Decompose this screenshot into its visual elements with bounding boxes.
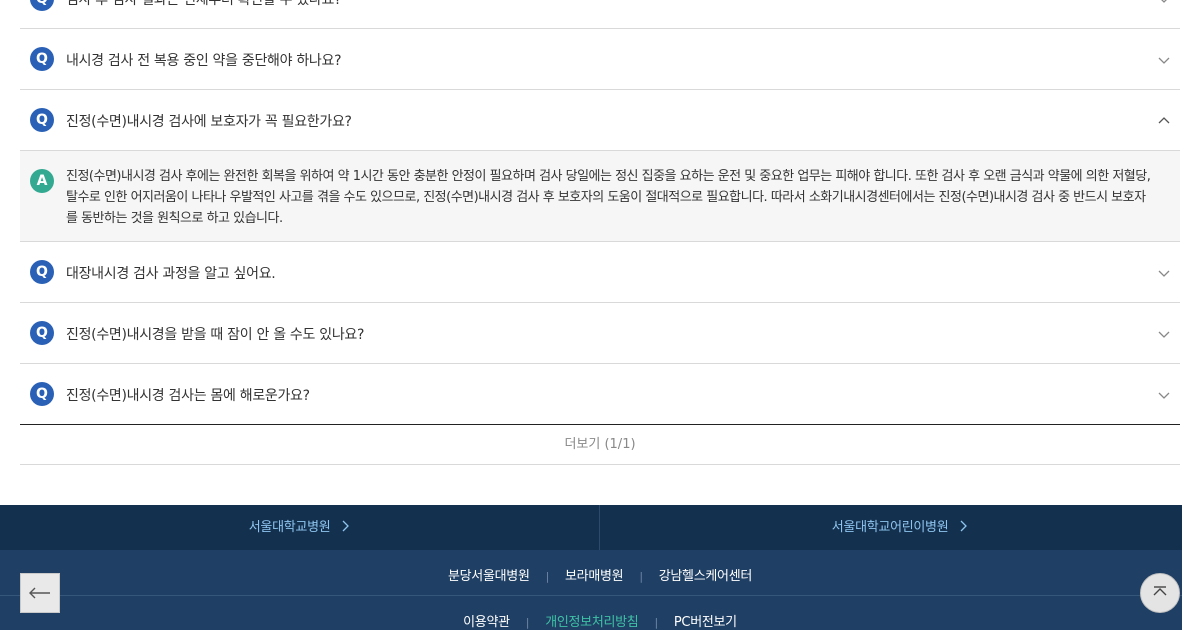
- chevron-down-icon: [1158, 392, 1170, 399]
- faq-question: 진정(수면)내시경 검사는 몸에 해로운가요?: [66, 388, 310, 404]
- divider: [0, 595, 1200, 596]
- chevron-down-icon: [1158, 57, 1170, 64]
- separator: |: [525, 616, 530, 629]
- faq-item[interactable]: Q 검사 후 검사 결과는 언제부터 확인할 수 있나요?: [20, 0, 1180, 29]
- affiliate-bundang[interactable]: 분당서울대병원: [448, 569, 530, 584]
- privacy-policy-link[interactable]: 개인정보처리방침: [545, 615, 639, 630]
- faq-answer-text: 진정(수면)내시경 검사 후에는 완전한 회복을 위하여 약 1시간 동안 충분…: [66, 169, 1151, 226]
- question-badge: Q: [30, 321, 54, 345]
- chevron-down-icon: [1161, 0, 1167, 3]
- faq-question: 검사 후 검사 결과는 언제부터 확인할 수 있나요?: [66, 0, 342, 8]
- pc-version-link[interactable]: PC버전보기: [674, 615, 737, 630]
- footer-policies: 이용약관 | 개인정보처리방침 | PC버전보기: [0, 611, 1200, 630]
- chevron-up-icon: [1158, 117, 1170, 124]
- footer-link-snuh[interactable]: 서울대학교병원: [0, 505, 599, 550]
- footer-link-label: 서울대학교병원: [248, 520, 331, 535]
- scrollbar[interactable]: [1182, 0, 1200, 630]
- terms-link[interactable]: 이용약관: [463, 615, 510, 630]
- faq-question: 대장내시경 검사 과정을 알고 싶어요.: [66, 266, 276, 282]
- affiliate-gangnam[interactable]: 강남헬스케어센터: [659, 569, 753, 584]
- chevron-right-icon: [960, 520, 968, 532]
- faq-question: 내시경 검사 전 복용 중인 약을 중단해야 하나요?: [66, 53, 342, 69]
- faq-answer: A 진정(수면)내시경 검사 후에는 완전한 회복을 위하여 약 1시간 동안 …: [20, 151, 1180, 242]
- back-button[interactable]: [20, 573, 60, 613]
- affiliate-boramae[interactable]: 보라매병원: [565, 569, 624, 584]
- question-badge: Q: [30, 47, 54, 71]
- separator: |: [654, 616, 658, 629]
- faq-item[interactable]: Q 대장내시경 검사 과정을 알고 싶어요.: [20, 242, 1180, 303]
- chevron-right-icon: [342, 520, 350, 532]
- more-button[interactable]: 더보기 (1/1): [20, 424, 1180, 465]
- question-badge: Q: [30, 108, 54, 132]
- faq-item[interactable]: Q 진정(수면)내시경을 받을 때 잠이 안 올 수도 있나요?: [20, 303, 1180, 364]
- footer-link-label: 서울대학교어린이병원: [831, 520, 949, 535]
- chevron-down-icon: [1158, 331, 1170, 338]
- footer-hospital-links: 서울대학교병원 서울대학교어린이병원: [0, 505, 1200, 550]
- faq-item[interactable]: Q 진정(수면)내시경 검사는 몸에 해로운가요?: [20, 364, 1180, 424]
- faq-item-expanded[interactable]: Q 진정(수면)내시경 검사에 보호자가 꼭 필요한가요?: [20, 90, 1180, 151]
- answer-badge: A: [30, 169, 54, 193]
- arrow-left-icon: [29, 587, 50, 599]
- footer-link-children-hospital[interactable]: 서울대학교어린이병원: [600, 505, 1200, 550]
- faq-item[interactable]: Q 내시경 검사 전 복용 중인 약을 중단해야 하나요?: [20, 29, 1180, 90]
- separator: |: [639, 570, 643, 583]
- separator: |: [545, 570, 550, 583]
- faq-question: 진정(수면)내시경을 받을 때 잠이 안 올 수도 있나요?: [66, 327, 365, 343]
- chevron-down-icon: [1158, 270, 1170, 277]
- question-badge: Q: [30, 260, 54, 284]
- footer-affiliates: 분당서울대병원 | 보라매병원 | 강남헬스케어센터: [0, 565, 1200, 584]
- faq-question: 진정(수면)내시경 검사에 보호자가 꼭 필요한가요?: [66, 114, 352, 130]
- footer-nav: 분당서울대병원 | 보라매병원 | 강남헬스케어센터 이용약관 | 개인정보처리방침 | PC버…: [0, 550, 1200, 630]
- chevron-up-icon: [1153, 586, 1167, 596]
- scroll-top-button[interactable]: [1140, 573, 1180, 613]
- question-badge: Q: [30, 0, 54, 11]
- question-badge: Q: [30, 382, 54, 406]
